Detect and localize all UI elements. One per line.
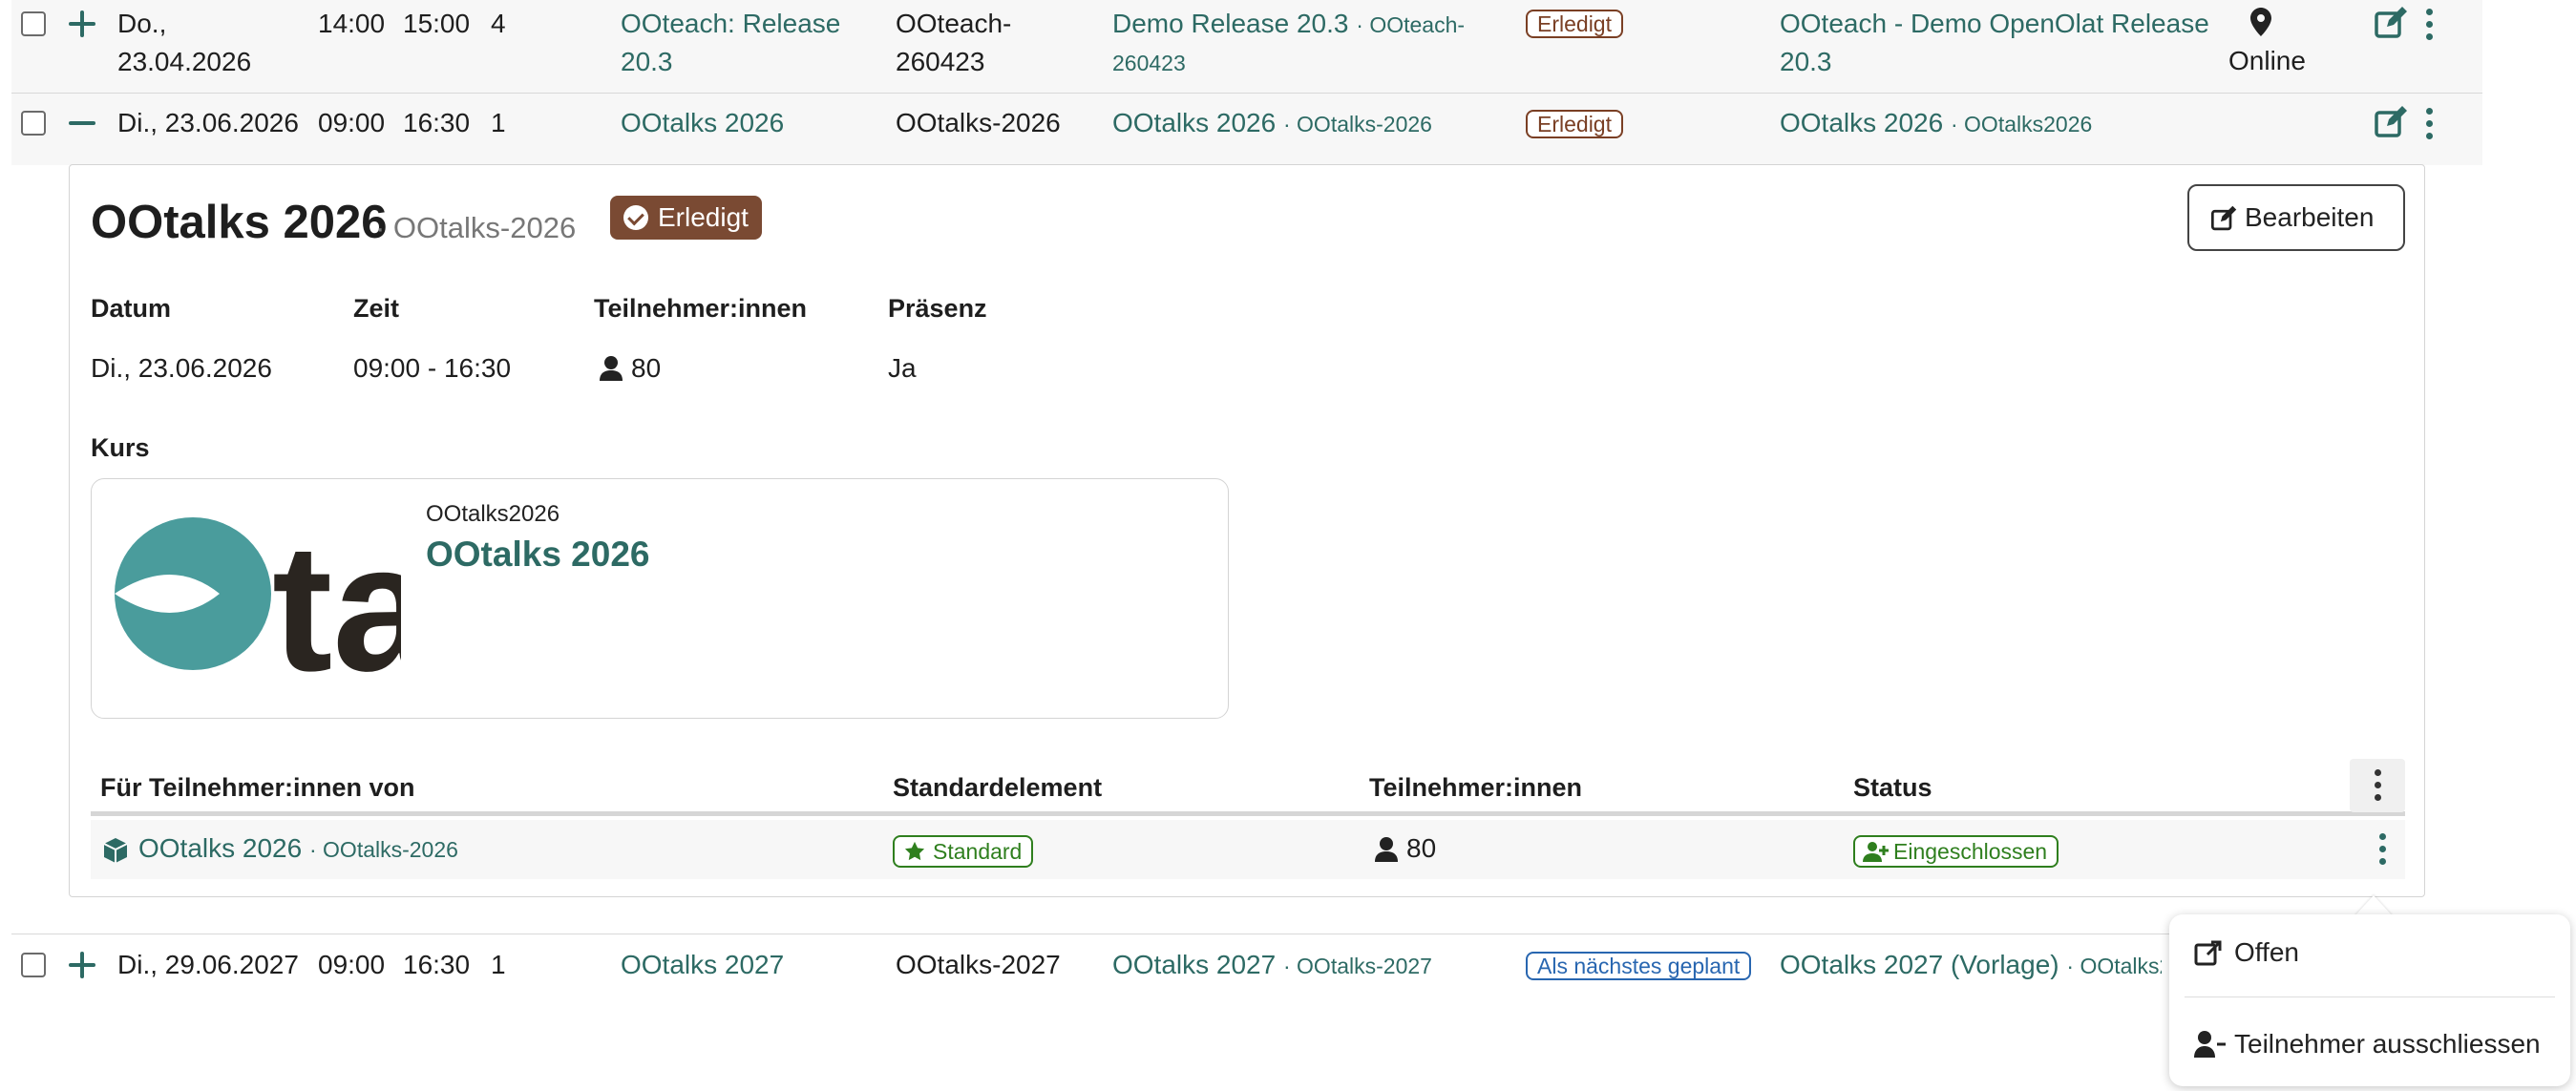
course-card[interactable]: ta OOtalks2026 OOtalks 2026 [91, 478, 1229, 719]
row-course-link[interactable]: OOtalks 2026 · OOtalks2026 [1780, 104, 2092, 143]
row-checkbox[interactable] [21, 11, 46, 36]
sub-row-participants: 80 [1406, 833, 1437, 863]
edit-icon[interactable] [2374, 6, 2408, 40]
time-value: 09:00 - 16:30 [353, 353, 512, 383]
user-icon [600, 356, 623, 386]
row-actions-kebab-icon[interactable] [2423, 9, 2435, 41]
row-count: 1 [491, 108, 506, 137]
location-pin-icon [2250, 8, 2271, 41]
events-table: Do., 23.04.2026 14:00 15:00 4 OOteach: R… [11, 0, 2482, 165]
row-count: 1 [491, 950, 506, 979]
col-header-standard: Standardelement [893, 773, 1103, 802]
row-event-link[interactable]: OOteach: Release 20.3 [621, 5, 840, 81]
collapse-minus-icon[interactable] [67, 108, 97, 138]
detail-title: OOtalks 2026 [91, 197, 388, 248]
edit-icon[interactable] [2374, 105, 2408, 139]
user-icon [1375, 837, 1398, 867]
row-checkbox[interactable] [21, 111, 46, 136]
participants-value: 80 [631, 353, 662, 383]
external-link-icon [2194, 940, 2222, 966]
row-count: 4 [491, 9, 506, 38]
row-start-time: 14:00 [318, 9, 386, 38]
popup-arrow [2354, 895, 2393, 916]
row-date: Do., 23.04.2026 [117, 9, 252, 76]
row-implementation-link[interactable]: OOtalks 2027 · OOtalks-2027 [1112, 946, 1432, 985]
row-course-link[interactable]: OOtalks 2027 (Vorlage) · OOtalks2 [1780, 946, 2162, 985]
col-header-status: Status [1853, 773, 1932, 802]
user-minus-icon [2194, 1031, 2226, 1058]
col-header-participants: Teilnehmer:innen [1369, 773, 1583, 802]
event-detail-panel: OOtalks 2026 · OOtalks-2026 Erledigt Bea… [69, 164, 2425, 897]
row-implementation-link[interactable]: Demo Release 20.3 · OOteach- 260423 [1112, 5, 1475, 82]
row-checkbox[interactable] [21, 953, 46, 977]
cube-icon [102, 837, 129, 869]
menu-item-open[interactable]: Offen [2169, 914, 2570, 991]
user-plus-icon [1863, 842, 1889, 862]
standard-badge: Standard [893, 835, 1034, 868]
col-header-for-participants: Für Teilnehmer:innen von [100, 773, 415, 802]
status-badge: Erledigt [1526, 110, 1623, 138]
row-ext-ref: OOteach- 260423 [896, 9, 1012, 76]
row-implementation-link[interactable]: OOtalks 2026 · OOtalks-2026 [1112, 104, 1432, 143]
participants-label: Teilnehmer:innen [594, 294, 808, 323]
sub-table-row: OOtalks 2026 · OOtalks-2026 Standard 80 … [91, 820, 2405, 879]
kebab-icon [2372, 769, 2383, 802]
table-row: Do., 23.04.2026 14:00 15:00 4 OOteach: R… [11, 0, 2482, 94]
row-end-time: 16:30 [403, 950, 471, 979]
row-date: Di., 29.06.2027 [117, 950, 299, 979]
table-row: Di., 23.06.2026 09:00 16:30 1 OOtalks 20… [11, 94, 2482, 165]
row-start-time: 09:00 [318, 950, 386, 979]
row-location: Online [2228, 46, 2306, 75]
svg-text:ta: ta [272, 517, 401, 680]
sub-row-actions-kebab-icon[interactable] [2376, 833, 2388, 866]
included-status-badge: Eingeschlossen [1853, 835, 2059, 868]
course-ext-ref: OOtalks2026 [426, 501, 560, 527]
expand-plus-icon[interactable] [67, 9, 97, 39]
row-event-link[interactable]: OOtalks 2027 [621, 946, 784, 984]
status-badge: Erledigt [1526, 10, 1623, 38]
date-label: Datum [91, 294, 172, 323]
course-title-link[interactable]: OOtalks 2026 [426, 531, 649, 578]
edit-icon [2210, 205, 2237, 231]
detail-status-badge: Erledigt [610, 196, 762, 240]
row-date: Di., 23.06.2026 [117, 108, 299, 137]
menu-item-exclude-participants[interactable]: Teilnehmer ausschliessen [2169, 1006, 2570, 1082]
row-actions-kebab-icon[interactable] [2423, 108, 2435, 140]
table-row: Di., 29.06.2027 09:00 16:30 1 OOtalks 20… [11, 934, 2482, 996]
row-ext-ref: OOtalks-2026 [896, 108, 1061, 137]
expand-plus-icon[interactable] [67, 950, 97, 980]
status-badge: Als nächstes geplant [1526, 952, 1752, 980]
row-end-time: 15:00 [403, 9, 471, 38]
check-circle-icon [623, 205, 648, 230]
row-course-link[interactable]: OOteach - Demo OpenOlat Release 20.3 [1780, 5, 2209, 81]
star-icon [904, 841, 925, 861]
sub-table-kebab-button[interactable] [2350, 759, 2405, 812]
events-table-continued: Di., 29.06.2027 09:00 16:30 1 OOtalks 20… [11, 934, 2482, 996]
sub-table-header: Für Teilnehmer:innen von Standardelement… [91, 759, 2405, 816]
actions-popup-menu: Offen Teilnehmer ausschliessen [2169, 914, 2570, 1086]
detail-subtitle: · OOtalks-2026 [375, 211, 577, 244]
row-start-time: 09:00 [318, 108, 386, 137]
presence-value: Ja [888, 353, 917, 383]
row-event-link[interactable]: OOtalks 2026 [621, 104, 784, 142]
edit-button[interactable]: Bearbeiten [2187, 184, 2405, 251]
date-value: Di., 23.06.2026 [91, 353, 272, 383]
sub-row-name-link[interactable]: OOtalks 2026 · OOtalks-2026 [138, 829, 458, 869]
row-ext-ref: OOtalks-2027 [896, 950, 1061, 979]
row-end-time: 16:30 [403, 108, 471, 137]
presence-label: Präsenz [888, 294, 987, 323]
course-label: Kurs [91, 433, 150, 462]
course-logo-image: ta [115, 507, 434, 709]
time-label: Zeit [353, 294, 400, 323]
